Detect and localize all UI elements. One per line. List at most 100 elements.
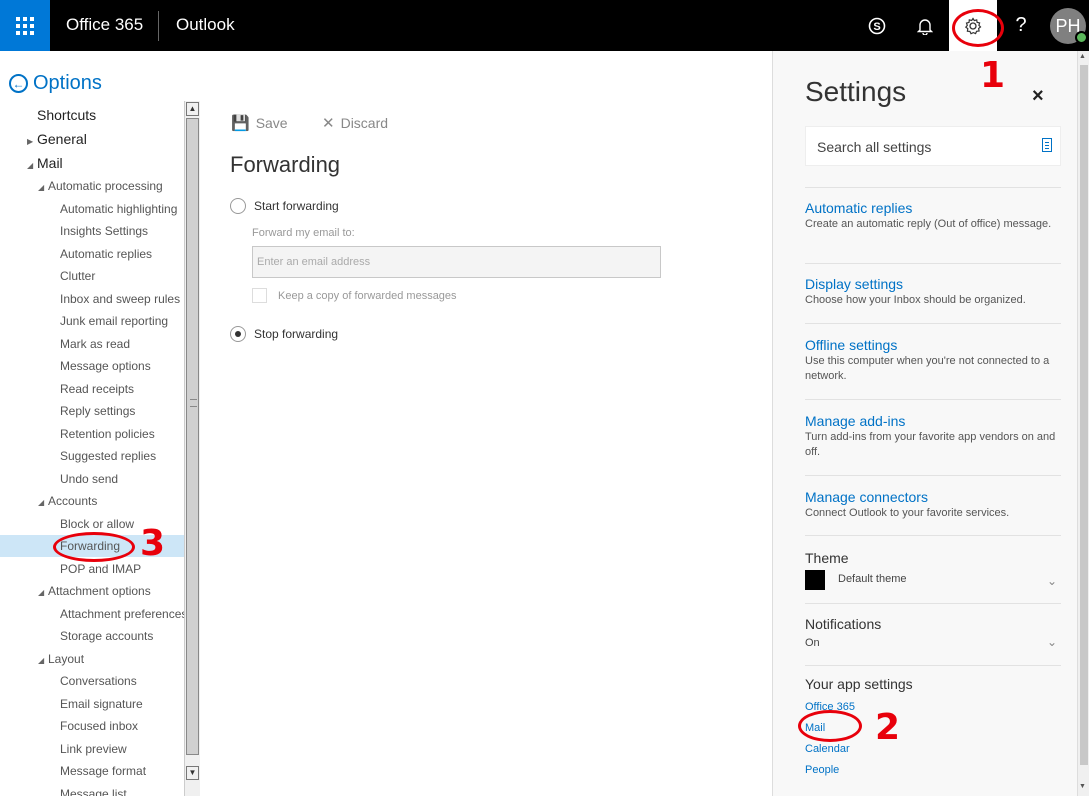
expanded-arrow-icon[interactable]: ◢ [38,582,46,604]
offline-settings-desc: Use this computer when you're not connec… [805,355,1050,382]
chevron-down-icon[interactable]: ⌄ [1047,635,1057,649]
nav-item-retention-policies[interactable]: Retention policies [0,423,184,445]
nav-item-suggested-replies[interactable]: Suggested replies [0,445,184,467]
scroll-down-arrow-icon[interactable]: ▼ [1079,783,1086,790]
nav-item-message-list[interactable]: Message list [0,783,184,796]
annotation-number-3: 3 [140,523,166,564]
nav-item-attachment-preferences[interactable]: Attachment preferences [0,603,184,625]
theme-label: Theme [805,550,849,566]
nav-item-label: Read receipts [60,382,135,396]
nav-item-label: Insights Settings [60,224,149,238]
manage-addins-desc: Turn add-ins from your favorite app vend… [805,431,1056,458]
divider [805,399,1061,400]
scroll-down-arrow-icon[interactable]: ▼ [186,766,199,780]
stop-forwarding-radio[interactable] [230,326,246,342]
page-title: Forwarding [230,152,341,177]
automatic-replies-link[interactable]: Automatic replies [805,200,912,216]
nav-item-mail[interactable]: ◢ Mail [0,152,184,174]
expanded-arrow-icon[interactable]: ◢ [38,492,46,514]
app-launcher-button[interactable] [0,0,50,51]
scrollbar-thumb[interactable] [1080,65,1088,765]
presence-status-icon [1075,31,1088,44]
keep-copy-checkbox[interactable] [252,288,267,303]
nav-item-label: Junk email reporting [60,314,169,328]
nav-item-label: Automatic processing [48,179,163,193]
nav-item-undo-send[interactable]: Undo send [0,468,184,490]
nav-item-automatic-highlighting[interactable]: Automatic highlighting [0,198,184,220]
discard-button[interactable]: ✕ Discard [322,114,388,132]
nav-item-focused-inbox[interactable]: Focused inbox [0,715,184,737]
nav-item-clutter[interactable]: Clutter [0,265,184,287]
nav-item-inbox-and-sweep-rules[interactable]: Inbox and sweep rules [0,288,184,310]
app-name[interactable]: Outlook [176,15,235,35]
theme-swatch[interactable] [805,570,825,590]
expanded-arrow-icon[interactable]: ◢ [38,177,46,199]
nav-item-storage-accounts[interactable]: Storage accounts [0,625,184,647]
nav-item-attachment-options[interactable]: ◢ Attachment options [0,580,184,602]
notifications-button[interactable] [901,0,949,51]
close-icon[interactable]: × [1032,85,1044,108]
save-button[interactable]: 💾 Save [231,114,288,132]
divider [805,535,1061,536]
notifications-value[interactable]: On [805,637,820,649]
nav-item-layout[interactable]: ◢ Layout [0,648,184,670]
forward-email-input[interactable]: Enter an email address [252,246,661,278]
nav-item-email-signature[interactable]: Email signature [0,693,184,715]
nav-item-message-format[interactable]: Message format [0,760,184,782]
annotation-number-1: 1 [980,55,1006,96]
nav-item-shortcuts[interactable]: Shortcuts [0,104,184,126]
manage-addins-link[interactable]: Manage add-ins [805,413,905,429]
chevron-down-icon[interactable]: ⌄ [1047,574,1057,588]
nav-item-junk-email-reporting[interactable]: Junk email reporting [0,310,184,332]
nav-item-reply-settings[interactable]: Reply settings [0,400,184,422]
start-forwarding-radio[interactable] [230,198,246,214]
nav-item-link-preview[interactable]: Link preview [0,738,184,760]
nav-item-mark-as-read[interactable]: Mark as read [0,333,184,355]
help-button[interactable]: ? [997,0,1045,51]
settings-title: Settings [805,76,907,107]
nav-item-automatic-replies[interactable]: Automatic replies [0,243,184,265]
expanded-arrow-icon[interactable]: ◢ [27,155,35,177]
nav-item-accounts[interactable]: ◢ Accounts [0,490,184,512]
offline-settings-link[interactable]: Offline settings [805,337,897,353]
nav-item-label: POP and IMAP [60,562,142,576]
nav-item-read-receipts[interactable]: Read receipts [0,378,184,400]
nav-item-label: Undo send [60,472,119,486]
settings-scrollbar[interactable]: ▲ ▼ [1077,51,1089,796]
expanded-arrow-icon[interactable]: ◢ [38,650,46,672]
nav-item-label: Message format [60,764,147,778]
stop-forwarding-label: Stop forwarding [254,327,339,341]
stop-forwarding-option[interactable]: Stop forwarding [230,326,338,342]
settings-search-input[interactable]: Search all settings [805,126,1061,166]
scrollbar-thumb[interactable] [186,118,199,755]
collapsed-arrow-icon[interactable]: ▶ [27,131,35,153]
brand-divider [158,11,159,41]
options-back-link[interactable]: ← Options [9,72,102,95]
nav-item-label: Link preview [60,742,127,756]
scroll-up-arrow-icon[interactable]: ▲ [186,102,199,116]
annotation-number-2: 2 [875,707,901,748]
annotation-circle-3 [53,532,135,562]
display-settings-link[interactable]: Display settings [805,276,903,292]
keep-copy-option[interactable]: Keep a copy of forwarded messages [252,288,457,303]
skype-button[interactable]: S [853,0,901,51]
divider [805,475,1061,476]
search-settings-icon[interactable] [1042,138,1052,152]
nav-item-insights-settings[interactable]: Insights Settings [0,220,184,242]
nav-item-automatic-processing[interactable]: ◢ Automatic processing [0,175,184,197]
nav-scrollbar[interactable]: ▲ ▼ [184,101,200,796]
start-forwarding-option[interactable]: Start forwarding [230,198,339,214]
avatar[interactable]: PH [1050,8,1088,44]
nav-item-conversations[interactable]: Conversations [0,670,184,692]
skype-icon: S [868,17,886,34]
manage-connectors-link[interactable]: Manage connectors [805,489,928,505]
options-title: Options [33,72,102,94]
nav-item-label: General [37,131,87,147]
theme-value[interactable]: Default theme [838,573,906,585]
brand-label[interactable]: Office 365 [66,15,143,35]
app-link-people[interactable]: People [805,764,839,776]
nav-item-message-options[interactable]: Message options [0,355,184,377]
nav-item-general[interactable]: ▶ General [0,128,184,150]
scroll-up-arrow-icon[interactable]: ▲ [1079,53,1086,60]
app-link-calendar[interactable]: Calendar [805,743,850,755]
